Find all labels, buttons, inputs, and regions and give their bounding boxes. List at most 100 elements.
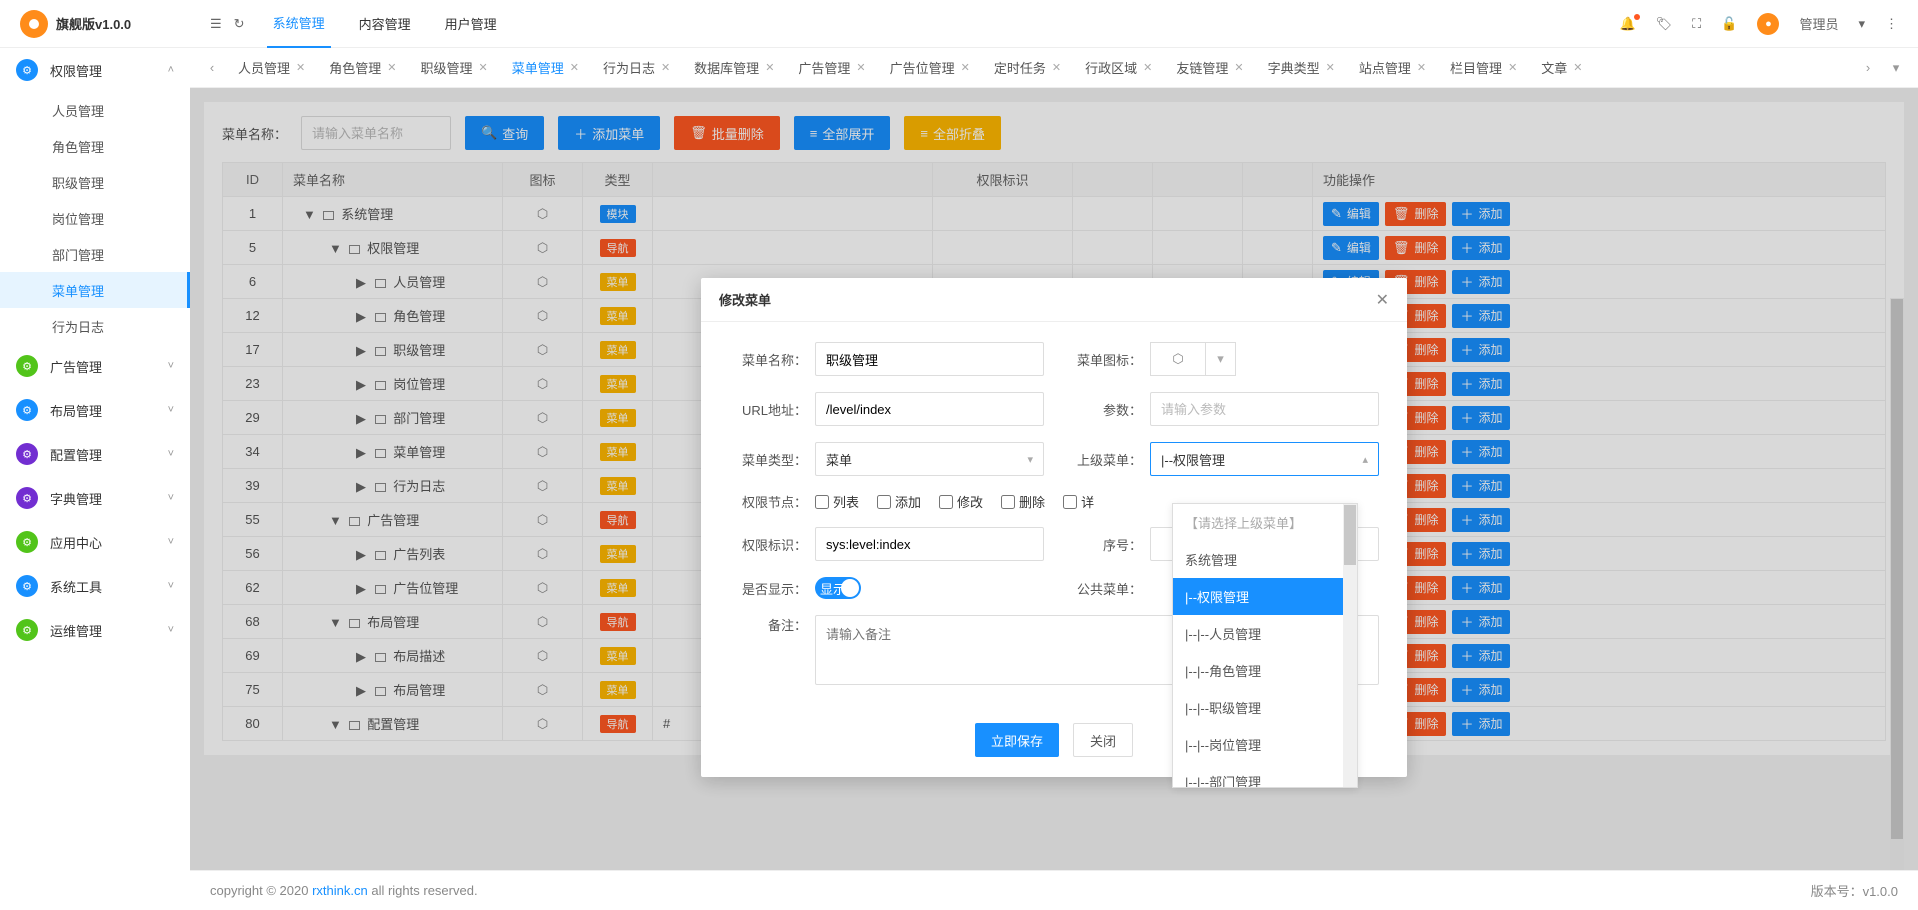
tab[interactable]: 菜单管理✕ [500,48,591,88]
refresh-icon[interactable]: ↻ [234,16,245,32]
admin-dropdown-icon[interactable]: ▾ [1858,16,1865,32]
tab[interactable]: 行为日志✕ [591,48,682,88]
sidebar-item[interactable]: 菜单管理 [0,272,190,308]
tab-close-icon[interactable]: ✕ [765,61,774,74]
tab-close-icon[interactable]: ✕ [570,61,579,74]
tab-close-icon[interactable]: ✕ [1234,61,1243,74]
dropdown-item[interactable]: |--权限管理 [1173,578,1357,615]
name-field[interactable] [815,342,1044,376]
tab[interactable]: 数据库管理✕ [682,48,786,88]
dropdown-item[interactable]: |--|--人员管理 [1173,615,1357,652]
sidebar-item[interactable]: 职级管理 [0,164,190,200]
sidebar-item[interactable]: 角色管理 [0,128,190,164]
tab-close-icon[interactable]: ✕ [1052,61,1061,74]
tab-close-icon[interactable]: ✕ [961,61,970,74]
tab-close-icon[interactable]: ✕ [1573,61,1582,74]
sidebar-group[interactable]: ⚙系统工具˅ [0,564,190,608]
nav-content[interactable]: 内容管理 [353,0,417,47]
tabs-prev-icon[interactable]: ‹ [198,60,226,75]
sidebar-item[interactable]: 岗位管理 [0,200,190,236]
footer-link[interactable]: rxthink.cn [312,883,368,898]
gear-icon: ⚙ [16,355,38,377]
logo-icon [20,10,48,38]
dropdown-scrollbar[interactable] [1343,504,1357,787]
cube-icon: ⬡ [1172,351,1183,367]
perm-checkbox[interactable]: 详 [1063,492,1094,511]
url-field[interactable] [815,392,1044,426]
sidebar-item[interactable]: 行为日志 [0,308,190,344]
chevron-down-icon: ▾ [1027,453,1033,466]
tab[interactable]: 广告管理✕ [786,48,877,88]
close-icon[interactable]: ✕ [1376,290,1389,310]
fullscreen-icon[interactable]: ⛶ [1692,16,1701,32]
perm-field[interactable] [815,527,1044,561]
tabs-next-icon[interactable]: › [1854,60,1882,75]
type-select[interactable]: 菜单▾ [815,442,1044,476]
sidebar-item[interactable]: 部门管理 [0,236,190,272]
tab[interactable]: 行政区域✕ [1073,48,1164,88]
tab[interactable]: 文章✕ [1529,48,1594,88]
icon-select[interactable]: ⬡ [1150,342,1206,376]
nav-user[interactable]: 用户管理 [439,0,503,47]
nav-system[interactable]: 系统管理 [267,0,331,48]
dropdown-item[interactable]: |--|--岗位管理 [1173,726,1357,763]
param-field[interactable] [1150,392,1379,426]
tab-close-icon[interactable]: ✕ [856,61,865,74]
tab[interactable]: 字典类型✕ [1256,48,1347,88]
tab-close-icon[interactable]: ✕ [1417,61,1426,74]
tab[interactable]: 广告位管理✕ [878,48,982,88]
tabs-dropdown-icon[interactable]: ▾ [1882,60,1910,76]
version: 版本号：v1.0.0 [1811,881,1898,900]
perm-checkbox[interactable]: 修改 [939,492,983,511]
admin-name[interactable]: 管理员 [1799,14,1838,33]
dropdown-item[interactable]: 【请选择上级菜单】 [1173,504,1357,541]
tab-close-icon[interactable]: ✕ [661,61,670,74]
tab[interactable]: 定时任务✕ [982,48,1073,88]
gear-icon: ⚙ [16,619,38,641]
sidebar-group[interactable]: ⚙权限管理˄ [0,48,190,92]
avatar[interactable]: ● [1757,13,1779,35]
sidebar-group[interactable]: ⚙配置管理˅ [0,432,190,476]
sidebar-group[interactable]: ⚙布局管理˅ [0,388,190,432]
sidebar-group[interactable]: ⚙字典管理˅ [0,476,190,520]
tab[interactable]: 友链管理✕ [1164,48,1255,88]
tab[interactable]: 角色管理✕ [317,48,408,88]
dropdown-item[interactable]: |--|--职级管理 [1173,689,1357,726]
parent-select[interactable]: |--权限管理▴ [1150,442,1379,476]
perm-checkbox[interactable]: 删除 [1001,492,1045,511]
dropdown-item[interactable]: |--|--角色管理 [1173,652,1357,689]
tab-close-icon[interactable]: ✕ [296,61,305,74]
modal-title: 修改菜单 [719,290,771,309]
menu-toggle-icon[interactable]: ☰ [210,16,222,32]
tab[interactable]: 职级管理✕ [408,48,499,88]
tab[interactable]: 站点管理✕ [1347,48,1438,88]
perm-checkbox[interactable]: 添加 [877,492,921,511]
show-switch[interactable]: 显示 [815,577,861,599]
tab-close-icon[interactable]: ✕ [1508,61,1517,74]
save-button[interactable]: 立即保存 [975,723,1059,757]
chevron-icon: ˅ [168,492,174,504]
sidebar-group[interactable]: ⚙应用中心˅ [0,520,190,564]
sidebar-group[interactable]: ⚙广告管理˅ [0,344,190,388]
more-icon[interactable]: ⋮ [1885,16,1898,32]
chevron-icon: ˅ [168,404,174,416]
sidebar-item[interactable]: 人员管理 [0,92,190,128]
close-button[interactable]: 关闭 [1073,723,1133,757]
lock-icon[interactable]: 🔓 [1721,16,1737,32]
gear-icon: ⚙ [16,59,38,81]
brand: 旗舰版v1.0.0 [56,14,131,33]
tab-close-icon[interactable]: ✕ [1326,61,1335,74]
perm-checkbox[interactable]: 列表 [815,492,859,511]
sidebar-group[interactable]: ⚙运维管理˅ [0,608,190,652]
tab-close-icon[interactable]: ✕ [387,61,396,74]
tag-icon[interactable]: 🏷 [1656,16,1673,32]
dropdown-item[interactable]: 系统管理 [1173,541,1357,578]
tab-close-icon[interactable]: ✕ [478,61,487,74]
tab[interactable]: 栏目管理✕ [1438,48,1529,88]
tab[interactable]: 人员管理✕ [226,48,317,88]
bell-icon[interactable]: 🔔 [1619,16,1635,32]
icon-select-dropdown[interactable]: ▾ [1206,342,1236,376]
tab-close-icon[interactable]: ✕ [1143,61,1152,74]
dropdown-item[interactable]: |--|--部门管理 [1173,763,1357,788]
chevron-icon: ˅ [168,448,174,460]
